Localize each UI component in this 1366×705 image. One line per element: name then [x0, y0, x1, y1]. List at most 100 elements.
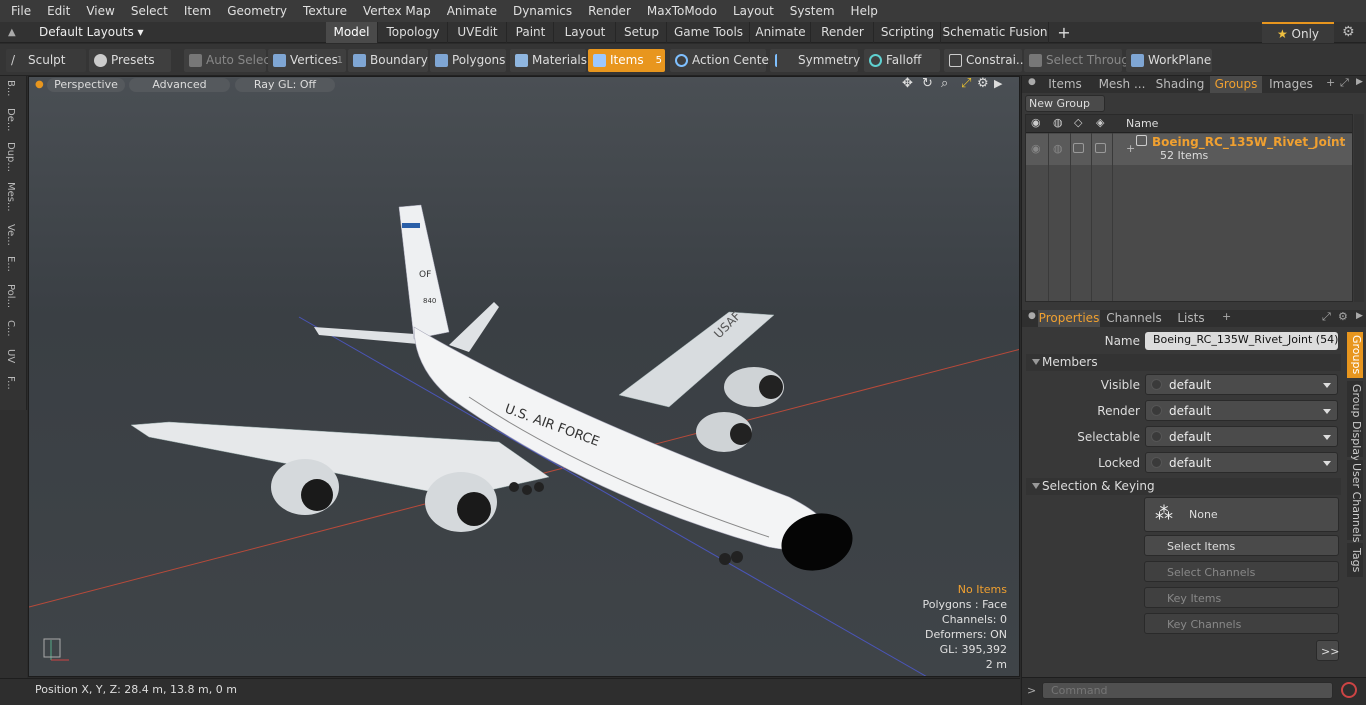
maximize-props-icon[interactable]: ⤢ [1322, 310, 1331, 324]
menu-vertex-map[interactable]: Vertex Map [355, 4, 439, 18]
menu-texture[interactable]: Texture [295, 4, 355, 18]
left-tab-duplicate[interactable]: Dup... [5, 142, 16, 172]
menu-view[interactable]: View [78, 4, 122, 18]
add-tab-button[interactable]: + [1053, 22, 1075, 43]
members-section[interactable]: Members [1026, 354, 1341, 371]
tab-setup[interactable]: Setup [617, 22, 667, 43]
layout-selector[interactable]: Default Layouts ▾ [39, 25, 144, 39]
materials-button[interactable]: Materials [510, 49, 587, 72]
tab-render[interactable]: Render [812, 22, 874, 43]
select-through-button[interactable]: Select Through [1024, 49, 1137, 72]
more-button[interactable]: >> [1316, 640, 1339, 661]
tab-schematic-fusion[interactable]: Schematic Fusion [942, 22, 1049, 43]
row-lock-checkbox[interactable] [1095, 143, 1106, 153]
tab-scripting[interactable]: Scripting [875, 22, 941, 43]
selectable-dropdown[interactable]: default [1145, 426, 1338, 447]
menu-maxtomodo[interactable]: MaxToModo [639, 4, 725, 18]
tab-animate[interactable]: Animate [751, 22, 811, 43]
symmetry-button[interactable]: Symmetry [770, 49, 860, 72]
collapse-icon[interactable]: ▲ [8, 27, 16, 38]
left-tab-basic[interactable]: B... [5, 80, 16, 96]
select-items-button[interactable]: Select Items [1144, 535, 1339, 556]
left-tab-vertex[interactable]: Ve... [5, 224, 16, 246]
menu-dynamics[interactable]: Dynamics [505, 4, 580, 18]
3d-viewport[interactable]: ● Perspective Advanced Ray GL: Off ✥ ↻ ⌕… [28, 76, 1020, 677]
key-items-button[interactable]: Key Items [1144, 587, 1339, 608]
row-visibility-icon[interactable]: ◉ [1031, 142, 1041, 155]
left-tab-mesh-edit[interactable]: Mes... [5, 182, 16, 212]
presets-button[interactable]: Presets [89, 49, 171, 72]
side-tab-tags[interactable]: Tags [1347, 543, 1363, 577]
tab-topology[interactable]: Topology [379, 22, 448, 43]
render-dropdown[interactable]: default [1145, 400, 1338, 421]
menu-render[interactable]: Render [580, 4, 639, 18]
tab-images[interactable]: Images [1264, 76, 1318, 93]
menu-select[interactable]: Select [123, 4, 176, 18]
menu-item[interactable]: Item [176, 4, 219, 18]
add-panel-tab-icon[interactable]: + [1326, 76, 1335, 89]
add-props-tab-icon[interactable]: + [1222, 310, 1231, 323]
menu-layout[interactable]: Layout [725, 4, 782, 18]
props-menu-dot-icon[interactable]: ● [1028, 311, 1036, 321]
menu-animate[interactable]: Animate [439, 4, 505, 18]
tab-uvedit[interactable]: UVEdit [449, 22, 507, 43]
locked-dropdown[interactable]: default [1145, 452, 1338, 473]
tab-channels[interactable]: Channels [1104, 310, 1164, 327]
auto-select-button[interactable]: Auto Select [184, 49, 275, 72]
new-group-button[interactable]: New Group [1025, 95, 1105, 112]
tab-model[interactable]: Model [326, 22, 378, 43]
gear-icon[interactable]: ⚙ [1342, 24, 1355, 40]
tab-items[interactable]: Items [1038, 76, 1092, 93]
group-name-field[interactable]: Boeing_RC_135W_Rivet_Joint (54) [1145, 332, 1338, 350]
menu-system[interactable]: System [782, 4, 843, 18]
polygons-button[interactable]: Polygons [430, 49, 506, 72]
boundary-button[interactable]: Boundary [348, 49, 428, 72]
visible-dropdown[interactable]: default [1145, 374, 1338, 395]
items-button[interactable]: Items 5 [588, 49, 665, 72]
props-gear-icon[interactable]: ⚙ [1338, 310, 1348, 323]
left-tab-curve[interactable]: C... [5, 320, 16, 337]
left-tab-edge[interactable]: E... [5, 256, 16, 272]
left-tab-fusion[interactable]: F... [5, 376, 16, 390]
key-channels-button[interactable]: Key Channels [1144, 613, 1339, 634]
tab-paint[interactable]: Paint [508, 22, 554, 43]
maximize-panel-icon[interactable]: ⤢ [1340, 76, 1349, 90]
tab-mesh[interactable]: Mesh ... [1094, 76, 1150, 93]
side-tab-group-display[interactable]: Group Display [1347, 381, 1363, 462]
sculpt-button[interactable]: / Sculpt [6, 49, 86, 72]
row-render-icon[interactable]: ◍ [1053, 142, 1063, 155]
row-select-checkbox[interactable] [1073, 143, 1084, 153]
menu-file[interactable]: File [0, 4, 39, 18]
side-tab-groups[interactable]: Groups [1347, 332, 1363, 378]
tab-shading[interactable]: Shading [1152, 76, 1208, 93]
select-channels-button[interactable]: Select Channels [1144, 561, 1339, 582]
tab-properties[interactable]: Properties [1038, 310, 1100, 327]
menu-help[interactable]: Help [843, 4, 886, 18]
panel-menu-dot-icon[interactable]: ● [1028, 77, 1036, 87]
selection-keying-section[interactable]: Selection & Keying [1026, 478, 1341, 495]
tab-game-tools[interactable]: Game Tools [668, 22, 750, 43]
menu-edit[interactable]: Edit [39, 4, 78, 18]
left-tab-polygon[interactable]: Pol... [5, 284, 16, 308]
groups-scrollbar[interactable] [1354, 114, 1364, 302]
record-icon[interactable] [1341, 682, 1357, 698]
only-toggle[interactable]: ★ Only [1262, 22, 1334, 43]
left-tab-uv[interactable]: UV [5, 349, 16, 363]
workplane-button[interactable]: WorkPlane [1126, 49, 1212, 72]
constraints-button[interactable]: Constrai... [944, 49, 1027, 72]
action-center-button[interactable]: Action Center [670, 49, 774, 72]
tab-lists[interactable]: Lists [1168, 310, 1214, 327]
tab-groups[interactable]: Groups [1210, 76, 1262, 93]
none-button[interactable]: ⁂ None [1144, 497, 1339, 532]
props-arrow-icon[interactable]: ▶ [1356, 311, 1363, 321]
menu-geometry[interactable]: Geometry [219, 4, 295, 18]
panel-arrow-icon[interactable]: ▶ [1356, 77, 1363, 87]
left-tab-deform[interactable]: De... [5, 108, 16, 131]
command-input[interactable] [1042, 682, 1333, 699]
expand-icon[interactable]: + [1126, 142, 1135, 155]
side-tab-user-channels[interactable]: User Channels [1347, 460, 1363, 542]
vertices-button[interactable]: Vertices 1 [268, 49, 346, 72]
falloff-button[interactable]: Falloff [864, 49, 940, 72]
tab-layout[interactable]: Layout [555, 22, 616, 43]
group-row[interactable]: ◉ ◍ + Boeing_RC_135W_Rivet_Joint ( ... 5… [1026, 134, 1352, 165]
